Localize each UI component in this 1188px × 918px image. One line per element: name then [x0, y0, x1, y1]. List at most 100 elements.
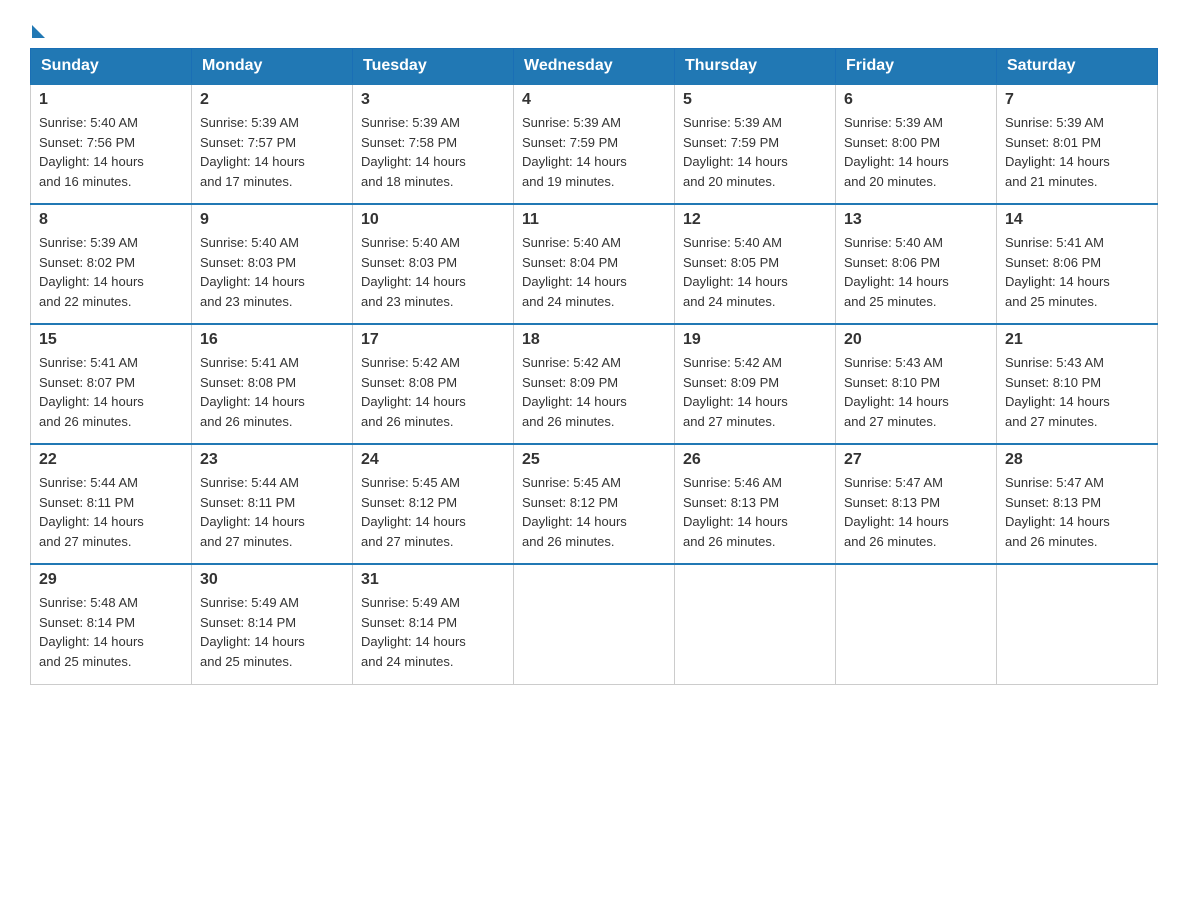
day-info: Sunrise: 5:40 AMSunset: 8:06 PMDaylight:… [844, 233, 988, 311]
day-info: Sunrise: 5:44 AMSunset: 8:11 PMDaylight:… [200, 473, 344, 551]
calendar-day-cell: 14 Sunrise: 5:41 AMSunset: 8:06 PMDayligh… [997, 204, 1158, 324]
calendar-day-cell: 16 Sunrise: 5:41 AMSunset: 8:08 PMDayligh… [192, 324, 353, 444]
day-info: Sunrise: 5:39 AMSunset: 7:59 PMDaylight:… [683, 113, 827, 191]
day-info: Sunrise: 5:42 AMSunset: 8:09 PMDaylight:… [683, 353, 827, 431]
day-number: 4 [522, 91, 666, 109]
calendar-header-monday: Monday [192, 49, 353, 85]
calendar-day-cell: 23 Sunrise: 5:44 AMSunset: 8:11 PMDayligh… [192, 444, 353, 564]
calendar-header-friday: Friday [836, 49, 997, 85]
day-number: 13 [844, 211, 988, 229]
calendar-day-cell: 6 Sunrise: 5:39 AMSunset: 8:00 PMDaylight… [836, 84, 997, 204]
calendar-day-cell: 18Sunrise: 5:42 AMSunset: 8:09 PMDayligh… [514, 324, 675, 444]
day-info: Sunrise: 5:41 AMSunset: 8:06 PMDaylight:… [1005, 233, 1149, 311]
calendar-day-cell: 28Sunrise: 5:47 AMSunset: 8:13 PMDayligh… [997, 444, 1158, 564]
calendar-week-row: 29 Sunrise: 5:48 AMSunset: 8:14 PMDayligh… [31, 564, 1158, 684]
day-number: 17 [361, 331, 505, 349]
calendar-day-cell [997, 564, 1158, 684]
day-number: 7 [1005, 91, 1149, 109]
calendar-header-wednesday: Wednesday [514, 49, 675, 85]
day-info: Sunrise: 5:39 AMSunset: 7:57 PMDaylight:… [200, 113, 344, 191]
day-number: 24 [361, 451, 505, 469]
logo-triangle-icon [32, 25, 45, 38]
day-number: 25 [522, 451, 666, 469]
day-number: 14 [1005, 211, 1149, 229]
calendar-day-cell: 27Sunrise: 5:47 AMSunset: 8:13 PMDayligh… [836, 444, 997, 564]
day-info: Sunrise: 5:41 AMSunset: 8:07 PMDaylight:… [39, 353, 183, 431]
calendar-day-cell: 10 Sunrise: 5:40 AMSunset: 8:03 PMDayligh… [353, 204, 514, 324]
calendar-day-cell: 24 Sunrise: 5:45 AMSunset: 8:12 PMDayligh… [353, 444, 514, 564]
day-number: 5 [683, 91, 827, 109]
calendar-day-cell: 9 Sunrise: 5:40 AMSunset: 8:03 PMDaylight… [192, 204, 353, 324]
day-number: 23 [200, 451, 344, 469]
day-info: Sunrise: 5:45 AMSunset: 8:12 PMDaylight:… [522, 473, 666, 551]
calendar-day-cell: 26 Sunrise: 5:46 AMSunset: 8:13 PMDayligh… [675, 444, 836, 564]
day-number: 3 [361, 91, 505, 109]
day-number: 12 [683, 211, 827, 229]
day-info: Sunrise: 5:48 AMSunset: 8:14 PMDaylight:… [39, 593, 183, 671]
day-info: Sunrise: 5:44 AMSunset: 8:11 PMDaylight:… [39, 473, 183, 551]
day-info: Sunrise: 5:39 AMSunset: 8:00 PMDaylight:… [844, 113, 988, 191]
calendar-header-tuesday: Tuesday [353, 49, 514, 85]
day-info: Sunrise: 5:45 AMSunset: 8:12 PMDaylight:… [361, 473, 505, 551]
day-number: 9 [200, 211, 344, 229]
day-info: Sunrise: 5:39 AMSunset: 7:58 PMDaylight:… [361, 113, 505, 191]
day-number: 30 [200, 571, 344, 589]
day-info: Sunrise: 5:40 AMSunset: 8:04 PMDaylight:… [522, 233, 666, 311]
day-info: Sunrise: 5:41 AMSunset: 8:08 PMDaylight:… [200, 353, 344, 431]
day-number: 16 [200, 331, 344, 349]
day-number: 22 [39, 451, 183, 469]
calendar-day-cell: 12 Sunrise: 5:40 AMSunset: 8:05 PMDayligh… [675, 204, 836, 324]
calendar-day-cell: 31 Sunrise: 5:49 AMSunset: 8:14 PMDayligh… [353, 564, 514, 684]
day-info: Sunrise: 5:49 AMSunset: 8:14 PMDaylight:… [361, 593, 505, 671]
day-number: 11 [522, 211, 666, 229]
day-info: Sunrise: 5:40 AMSunset: 7:56 PMDaylight:… [39, 113, 183, 191]
calendar-day-cell: 11 Sunrise: 5:40 AMSunset: 8:04 PMDayligh… [514, 204, 675, 324]
calendar-header-row: SundayMondayTuesdayWednesdayThursdayFrid… [31, 49, 1158, 85]
day-info: Sunrise: 5:40 AMSunset: 8:05 PMDaylight:… [683, 233, 827, 311]
calendar-day-cell: 4 Sunrise: 5:39 AMSunset: 7:59 PMDaylight… [514, 84, 675, 204]
calendar-day-cell: 7 Sunrise: 5:39 AMSunset: 8:01 PMDaylight… [997, 84, 1158, 204]
calendar-day-cell: 2 Sunrise: 5:39 AMSunset: 7:57 PMDaylight… [192, 84, 353, 204]
calendar-day-cell: 5 Sunrise: 5:39 AMSunset: 7:59 PMDaylight… [675, 84, 836, 204]
calendar-day-cell [836, 564, 997, 684]
calendar-week-row: 22 Sunrise: 5:44 AMSunset: 8:11 PMDayligh… [31, 444, 1158, 564]
calendar-day-cell: 1Sunrise: 5:40 AMSunset: 7:56 PMDaylight… [31, 84, 192, 204]
day-info: Sunrise: 5:40 AMSunset: 8:03 PMDaylight:… [200, 233, 344, 311]
day-info: Sunrise: 5:39 AMSunset: 8:01 PMDaylight:… [1005, 113, 1149, 191]
day-info: Sunrise: 5:46 AMSunset: 8:13 PMDaylight:… [683, 473, 827, 551]
calendar-day-cell: 22 Sunrise: 5:44 AMSunset: 8:11 PMDayligh… [31, 444, 192, 564]
day-number: 10 [361, 211, 505, 229]
day-info: Sunrise: 5:42 AMSunset: 8:08 PMDaylight:… [361, 353, 505, 431]
day-number: 27 [844, 451, 988, 469]
day-number: 18 [522, 331, 666, 349]
day-number: 2 [200, 91, 344, 109]
calendar-day-cell: 20 Sunrise: 5:43 AMSunset: 8:10 PMDayligh… [836, 324, 997, 444]
calendar-day-cell: 13 Sunrise: 5:40 AMSunset: 8:06 PMDayligh… [836, 204, 997, 324]
day-number: 15 [39, 331, 183, 349]
day-number: 28 [1005, 451, 1149, 469]
day-number: 29 [39, 571, 183, 589]
calendar-day-cell: 15 Sunrise: 5:41 AMSunset: 8:07 PMDayligh… [31, 324, 192, 444]
calendar-week-row: 15 Sunrise: 5:41 AMSunset: 8:07 PMDayligh… [31, 324, 1158, 444]
calendar-day-cell: 17 Sunrise: 5:42 AMSunset: 8:08 PMDayligh… [353, 324, 514, 444]
day-number: 21 [1005, 331, 1149, 349]
calendar-day-cell: 21Sunrise: 5:43 AMSunset: 8:10 PMDayligh… [997, 324, 1158, 444]
day-number: 20 [844, 331, 988, 349]
day-number: 8 [39, 211, 183, 229]
day-info: Sunrise: 5:39 AMSunset: 7:59 PMDaylight:… [522, 113, 666, 191]
day-number: 19 [683, 331, 827, 349]
calendar-day-cell: 30 Sunrise: 5:49 AMSunset: 8:14 PMDayligh… [192, 564, 353, 684]
calendar-day-cell: 8Sunrise: 5:39 AMSunset: 8:02 PMDaylight… [31, 204, 192, 324]
day-number: 31 [361, 571, 505, 589]
logo [30, 20, 45, 38]
day-number: 6 [844, 91, 988, 109]
day-info: Sunrise: 5:49 AMSunset: 8:14 PMDaylight:… [200, 593, 344, 671]
calendar-day-cell: 3 Sunrise: 5:39 AMSunset: 7:58 PMDaylight… [353, 84, 514, 204]
page-header [30, 20, 1158, 38]
day-info: Sunrise: 5:40 AMSunset: 8:03 PMDaylight:… [361, 233, 505, 311]
calendar-day-cell [514, 564, 675, 684]
day-info: Sunrise: 5:43 AMSunset: 8:10 PMDaylight:… [844, 353, 988, 431]
calendar-header-saturday: Saturday [997, 49, 1158, 85]
calendar-day-cell: 19 Sunrise: 5:42 AMSunset: 8:09 PMDayligh… [675, 324, 836, 444]
day-number: 26 [683, 451, 827, 469]
